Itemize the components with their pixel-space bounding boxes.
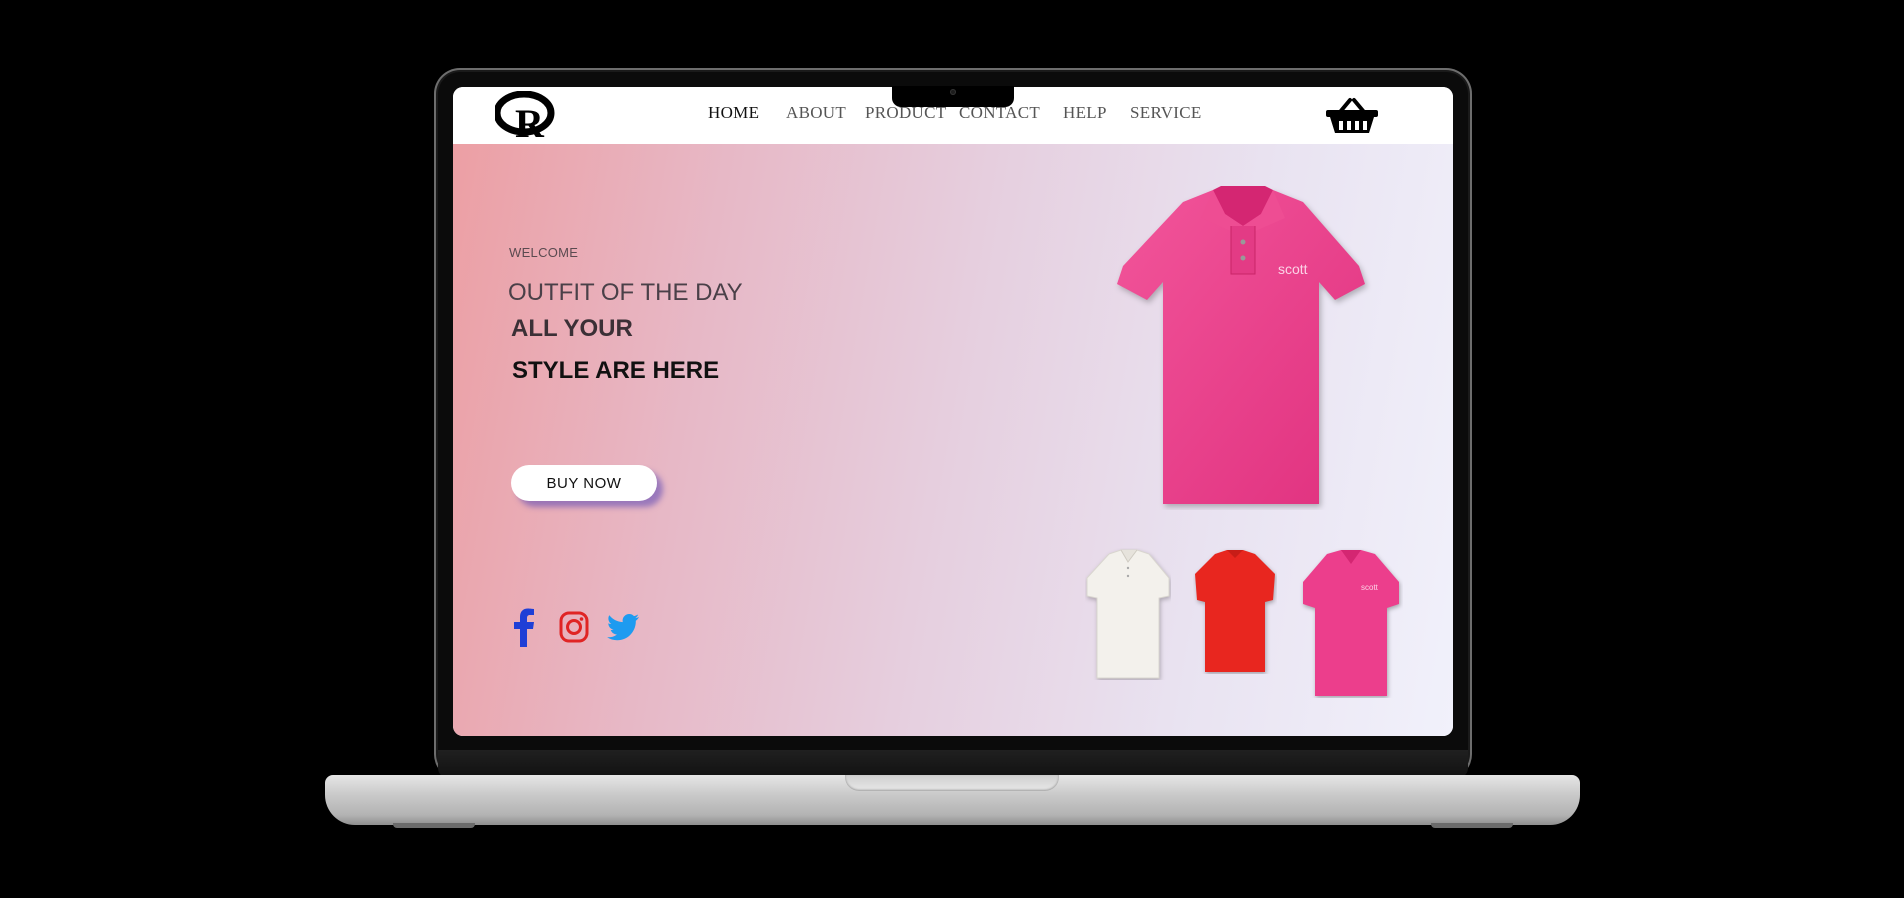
twitter-icon[interactable] <box>607 607 641 647</box>
nav-about[interactable]: ABOUT <box>786 103 846 123</box>
product-thumbnail-pink-polo[interactable]: scott <box>1299 548 1403 698</box>
thumbnail-brand-label: scott <box>1361 583 1379 592</box>
product-thumbnail-white-polo[interactable] <box>1085 548 1171 680</box>
camera-icon <box>950 89 956 95</box>
camera-notch <box>892 86 1014 107</box>
laptop-bezel-bottom <box>438 750 1468 778</box>
featured-polo-shirt-image: scott <box>1117 186 1365 504</box>
laptop-screen: R HOME ABOUT PRODUCT CONTACT HELP SERVIC… <box>453 87 1453 736</box>
buy-now-button[interactable]: BUY NOW <box>511 465 657 501</box>
product-thumbnail-red-polo[interactable] <box>1193 548 1277 674</box>
instagram-icon[interactable] <box>557 607 591 647</box>
laptop-foot-left <box>393 823 475 828</box>
hero-subtitle: OUTFIT OF THE DAY <box>508 279 743 306</box>
hero-section: WELCOME OUTFIT OF THE DAY ALL YOUR STYLE… <box>453 144 1453 736</box>
nav-home[interactable]: HOME <box>708 103 759 123</box>
logo-letter: R <box>515 101 545 139</box>
laptop-opening-notch <box>845 775 1059 791</box>
brand-label: scott <box>1278 261 1308 277</box>
welcome-label: WELCOME <box>509 245 579 260</box>
facebook-icon[interactable] <box>507 607 541 647</box>
laptop-foot-right <box>1431 823 1513 828</box>
hero-tagline-line2: STYLE ARE HERE <box>512 357 720 384</box>
hero-tagline-line1: ALL YOUR <box>511 315 633 342</box>
shopping-basket-icon[interactable] <box>1325 97 1379 135</box>
nav-service[interactable]: SERVICE <box>1130 103 1202 123</box>
nav-help[interactable]: HELP <box>1063 103 1107 123</box>
r-logo-icon[interactable]: R <box>495 91 557 139</box>
